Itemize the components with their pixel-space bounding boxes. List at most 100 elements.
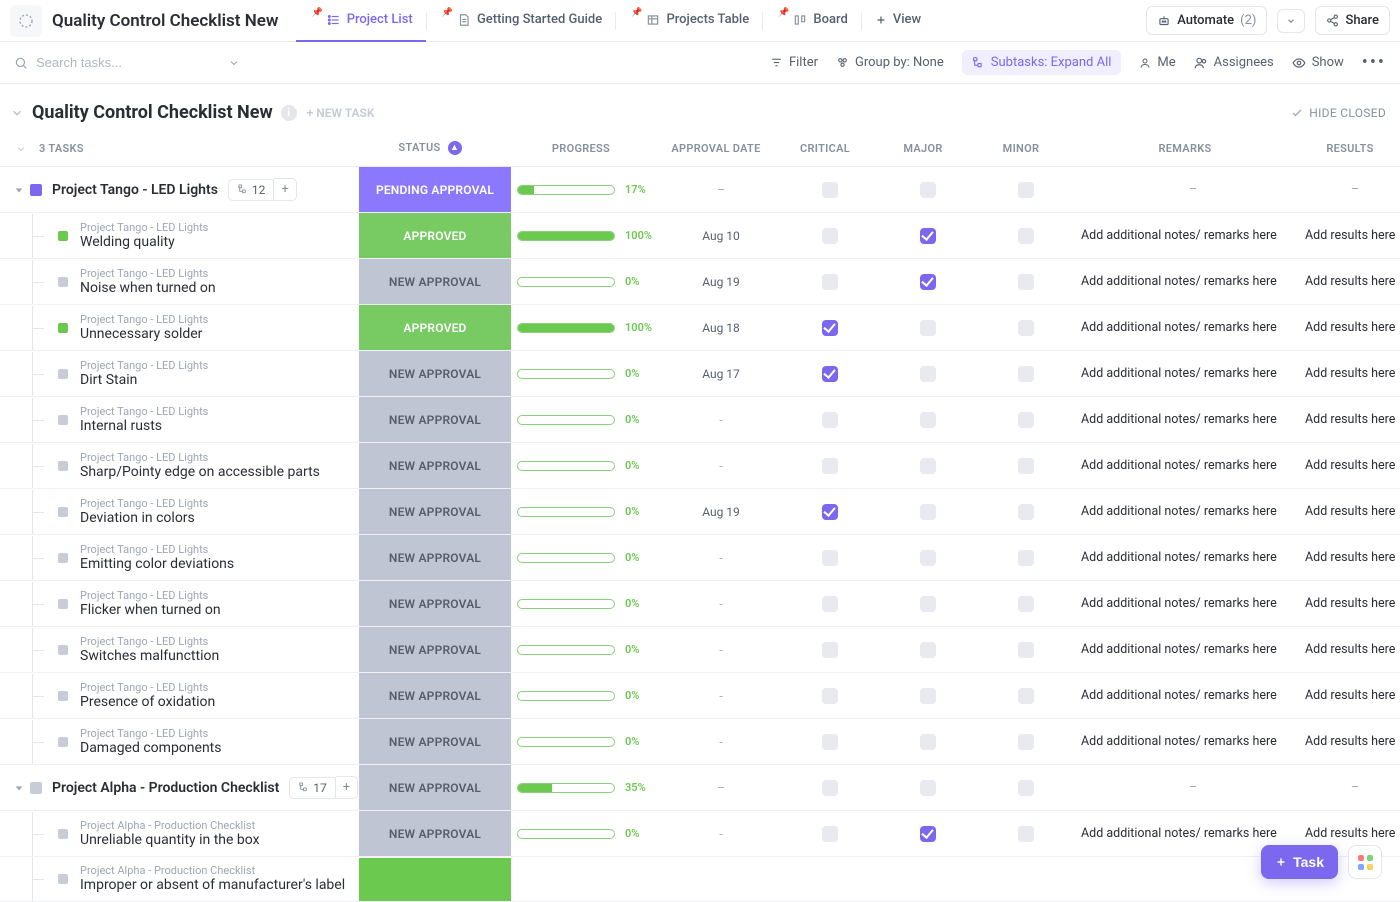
checkbox[interactable] (1018, 504, 1034, 520)
subtask-row[interactable]: Project Tango - LED Lights Flicker when … (0, 581, 1400, 627)
status-cell[interactable]: NEW APPROVAL (359, 719, 511, 764)
status-cell[interactable]: NEW APPROVAL (359, 397, 511, 442)
automate-button[interactable]: Automate (2) (1146, 6, 1267, 35)
approval-date-cell[interactable]: - (661, 827, 781, 841)
checkbox[interactable] (822, 458, 838, 474)
remarks-cell[interactable]: Add additional notes/ remarks here (1075, 550, 1305, 565)
approval-date-cell[interactable]: - (661, 735, 781, 749)
checkbox[interactable] (822, 734, 838, 750)
critical-cell[interactable] (781, 320, 879, 336)
subtask-row[interactable]: Project Alpha - Production Checklist Imp… (0, 857, 1400, 902)
minor-cell[interactable] (977, 642, 1075, 658)
subtask-row[interactable]: Project Tango - LED Lights Emitting colo… (0, 535, 1400, 581)
results-cell[interactable]: – (1305, 182, 1400, 197)
major-cell[interactable] (879, 504, 977, 520)
remarks-cell[interactable]: Add additional notes/ remarks here (1075, 458, 1305, 473)
parent-breadcrumb[interactable]: Project Tango - LED Lights (80, 359, 208, 372)
progress-cell[interactable]: 0% (511, 735, 661, 748)
checkbox[interactable] (822, 688, 838, 704)
parent-breadcrumb[interactable]: Project Tango - LED Lights (80, 727, 221, 740)
checkbox[interactable] (920, 228, 936, 244)
critical-cell[interactable] (781, 182, 879, 198)
task-title[interactable]: Flicker when turned on (80, 602, 221, 619)
more-options[interactable]: ••• (1362, 52, 1386, 73)
row-collapse-all[interactable] (10, 143, 31, 155)
progress-cell[interactable]: 0% (511, 459, 661, 472)
approval-date-cell[interactable]: Aug 17 (661, 367, 781, 381)
checkbox[interactable] (920, 596, 936, 612)
status-cell[interactable] (359, 858, 511, 901)
approval-date-cell[interactable]: - (661, 413, 781, 427)
results-cell[interactable]: Add results here (1305, 228, 1400, 243)
checkbox[interactable] (920, 366, 936, 382)
status-cell[interactable]: NEW APPROVAL (359, 259, 511, 304)
status-cell[interactable]: NEW APPROVAL (359, 627, 511, 672)
search-options[interactable] (228, 57, 240, 69)
task-title[interactable]: Dirt Stain (80, 372, 208, 389)
checkbox[interactable] (920, 274, 936, 290)
hide-closed-button[interactable]: HIDE CLOSED (1291, 106, 1386, 120)
minor-cell[interactable] (977, 366, 1075, 382)
parent-breadcrumb[interactable]: Project Tango - LED Lights (80, 589, 221, 602)
checkbox[interactable] (1018, 458, 1034, 474)
checkbox[interactable] (822, 550, 838, 566)
critical-cell[interactable] (781, 504, 879, 520)
critical-cell[interactable] (781, 780, 879, 796)
info-icon[interactable]: i (281, 105, 297, 121)
status-cell[interactable]: NEW APPROVAL (359, 765, 511, 810)
remarks-cell[interactable]: Add additional notes/ remarks here (1075, 596, 1305, 611)
checkbox[interactable] (1018, 182, 1034, 198)
minor-cell[interactable] (977, 320, 1075, 336)
parent-breadcrumb[interactable]: Project Tango - LED Lights (80, 635, 219, 648)
subtask-row[interactable]: Project Tango - LED Lights Welding quali… (0, 213, 1400, 259)
results-cell[interactable]: Add results here (1305, 596, 1400, 611)
add-subtask[interactable]: + (336, 776, 358, 799)
checkbox[interactable] (920, 642, 936, 658)
group-collapse[interactable] (14, 783, 24, 793)
minor-cell[interactable] (977, 826, 1075, 842)
minor-cell[interactable] (977, 504, 1075, 520)
assignees-button[interactable]: Assignees (1194, 55, 1274, 70)
checkbox[interactable] (920, 458, 936, 474)
parent-breadcrumb[interactable]: Project Alpha - Production Checklist (80, 819, 260, 832)
major-cell[interactable] (879, 458, 977, 474)
remarks-cell[interactable]: Add additional notes/ remarks here (1075, 412, 1305, 427)
progress-cell[interactable]: 0% (511, 643, 661, 656)
search-input[interactable] (36, 55, 216, 70)
results-cell[interactable]: Add results here (1305, 642, 1400, 657)
progress-cell[interactable]: 0% (511, 505, 661, 518)
parent-breadcrumb[interactable]: Project Tango - LED Lights (80, 405, 208, 418)
approval-date-cell[interactable]: - (661, 597, 781, 611)
critical-cell[interactable] (781, 458, 879, 474)
results-cell[interactable]: Add results here (1305, 274, 1400, 289)
approval-date-cell[interactable]: - (661, 643, 781, 657)
progress-cell[interactable]: 0% (511, 367, 661, 380)
checkbox[interactable] (822, 182, 838, 198)
task-title[interactable]: Project Tango - LED Lights (52, 182, 218, 198)
major-cell[interactable] (879, 780, 977, 796)
approval-date-cell[interactable]: Aug 18 (661, 321, 781, 335)
subtask-row[interactable]: Project Tango - LED Lights Internal rust… (0, 397, 1400, 443)
subtask-count[interactable]: 17 (289, 777, 336, 799)
major-cell[interactable] (879, 642, 977, 658)
subtask-row[interactable]: Project Tango - LED Lights Dirt Stain NE… (0, 351, 1400, 397)
status-cell[interactable]: NEW APPROVAL (359, 581, 511, 626)
progress-cell[interactable]: 100% (511, 229, 661, 242)
checkbox[interactable] (920, 412, 936, 428)
parent-breadcrumb[interactable]: Project Tango - LED Lights (80, 313, 208, 326)
col-results[interactable]: RESULTS (1300, 142, 1400, 155)
parent-breadcrumb[interactable]: Project Tango - LED Lights (80, 681, 215, 694)
task-title[interactable]: Switches malfuncttion (80, 648, 219, 665)
col-status[interactable]: STATUS ▲ (354, 141, 506, 156)
results-cell[interactable]: Add results here (1305, 550, 1400, 565)
subtask-row[interactable]: Project Tango - LED Lights Switches malf… (0, 627, 1400, 673)
results-cell[interactable]: Add results here (1305, 688, 1400, 703)
minor-cell[interactable] (977, 458, 1075, 474)
critical-cell[interactable] (781, 366, 879, 382)
minor-cell[interactable] (977, 688, 1075, 704)
checkbox[interactable] (822, 780, 838, 796)
col-progress[interactable]: PROGRESS (506, 142, 656, 155)
checkbox[interactable] (822, 320, 838, 336)
critical-cell[interactable] (781, 688, 879, 704)
remarks-cell[interactable]: Add additional notes/ remarks here (1075, 320, 1305, 335)
